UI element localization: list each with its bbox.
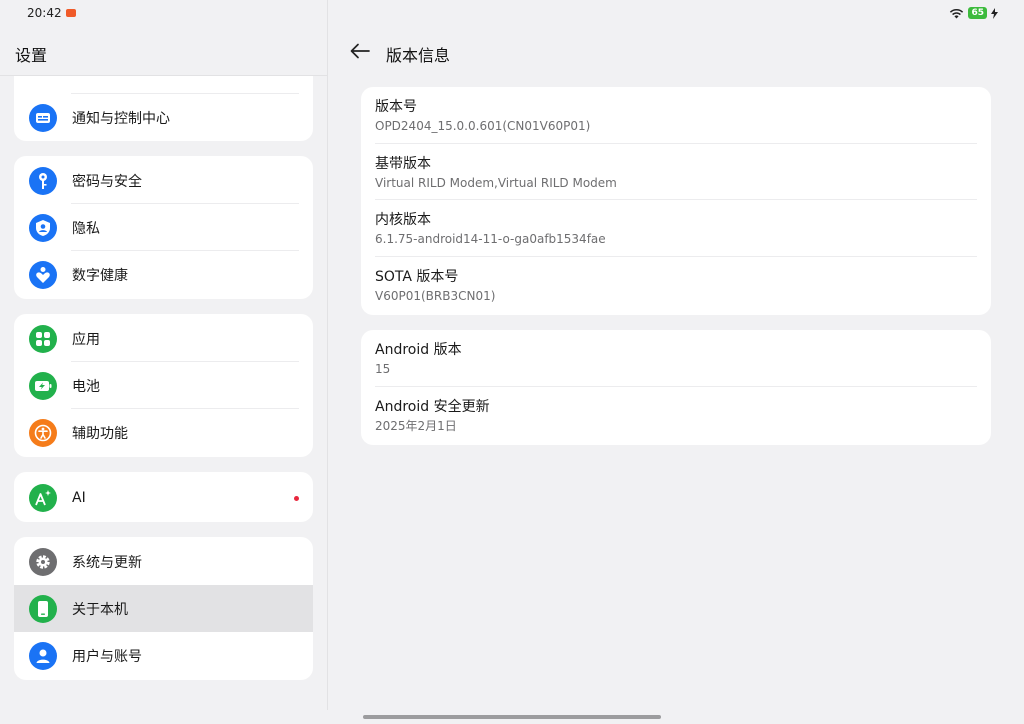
info-label: SOTA 版本号 [375,268,459,285]
privacy-shield-icon [29,213,57,242]
sidebar-item-apps[interactable]: 应用 [14,315,313,362]
notification-dot [294,496,299,501]
info-label: Android 安全更新 [375,398,490,415]
phone-icon [29,594,57,623]
settings-sidebar: 设置 通知与控制中心 密码与安全 隐私 数字健康 应用 电池 辅助功能 AI 系… [0,0,328,724]
info-value: V60P01(BRB3CN01) [375,288,496,303]
home-indicator[interactable] [363,715,661,719]
settings-group-apps: 应用 电池 辅助功能 [14,314,313,457]
wifi-icon [950,8,964,18]
sidebar-item-battery[interactable]: 电池 [14,362,313,409]
info-value: 15 [375,362,391,376]
sidebar-item-label: 关于本机 [72,601,128,618]
sidebar-item-label: 辅助功能 [72,425,128,442]
sidebar-item-privacy[interactable]: 隐私 [14,204,313,251]
user-icon [29,641,57,670]
page-title: 版本信息 [386,46,451,65]
sidebar-item-label: 应用 [72,331,100,348]
sidebar-item-label: AI [72,489,86,506]
sidebar-item-users-accounts[interactable]: 用户与账号 [14,632,313,679]
info-label: 版本号 [375,99,417,115]
ai-sparkle-icon [29,483,57,512]
info-label: 内核版本 [375,212,431,228]
key-icon [29,166,57,195]
charging-bolt-icon [991,7,998,19]
sidebar-item-label: 数字健康 [72,267,128,284]
sidebar-item-label: 系统与更新 [72,554,142,571]
accessibility-icon [29,418,57,447]
status-indicators: 65 [949,7,998,19]
android-info-card: Android 版本 15 Android 安全更新 2025年2月1日 [361,330,991,445]
settings-group-security: 密码与安全 隐私 数字健康 [14,156,313,299]
sidebar-item-ai[interactable]: AI [14,474,313,521]
sidebar-item-digital-wellbeing[interactable]: 数字健康 [14,251,313,298]
sidebar-item-label: 电池 [72,378,100,395]
digital-wellbeing-icon [29,260,57,289]
info-row-kernel-version[interactable]: 内核版本 6.1.75-android14-11-o-ga0afb1534fae [361,200,991,257]
list-item-partial[interactable] [14,76,313,94]
panel-divider [327,0,328,710]
sidebar-item-label: 隐私 [72,220,100,237]
sidebar-item-notifications[interactable]: 通知与控制中心 [14,94,313,141]
gear-icon [29,547,57,576]
battery-level: 65 [968,7,987,19]
info-value: 2025年2月1日 [375,418,457,433]
sidebar-item-about-phone[interactable]: 关于本机 [14,585,313,632]
info-row-android-version[interactable]: Android 版本 15 [361,330,991,387]
info-value: Virtual RILD Modem,Virtual RILD Modem [375,175,617,190]
info-row-sota-version[interactable]: SOTA 版本号 V60P01(BRB3CN01) [361,257,991,314]
sidebar-item-label: 用户与账号 [72,648,142,665]
battery-icon [29,371,57,400]
apps-grid-icon [29,324,57,353]
info-row-security-update[interactable]: Android 安全更新 2025年2月1日 [361,387,991,444]
sidebar-item-password-security[interactable]: 密码与安全 [14,157,313,204]
sidebar-item-system-update[interactable]: 系统与更新 [14,538,313,585]
settings-list[interactable]: 通知与控制中心 密码与安全 隐私 数字健康 应用 电池 辅助功能 AI 系统与更… [0,76,327,710]
version-info-card: 版本号 OPD2404_15.0.0.601(CN01V60P01) 基带版本 … [361,87,991,315]
info-row-build-number[interactable]: 版本号 OPD2404_15.0.0.601(CN01V60P01) [361,87,991,144]
notification-icon [29,103,57,132]
back-arrow-icon[interactable] [350,43,370,59]
sidebar-item-label: 密码与安全 [72,173,142,190]
sidebar-title: 设置 [15,46,48,65]
info-value: OPD2404_15.0.0.601(CN01V60P01) [375,119,591,133]
sidebar-item-accessibility[interactable]: 辅助功能 [14,409,313,456]
settings-group-notifications: 通知与控制中心 [14,76,313,141]
settings-group-system: 系统与更新 关于本机 用户与账号 [14,537,313,680]
sidebar-item-label: 通知与控制中心 [72,110,170,127]
info-row-baseband-version[interactable]: 基带版本 Virtual RILD Modem,Virtual RILD Mod… [361,144,991,200]
info-label: Android 版本 [375,342,462,358]
settings-group-ai: AI [14,472,313,522]
info-label: 基带版本 [375,155,431,172]
info-value: 6.1.75-android14-11-o-ga0afb1534fae [375,232,606,246]
